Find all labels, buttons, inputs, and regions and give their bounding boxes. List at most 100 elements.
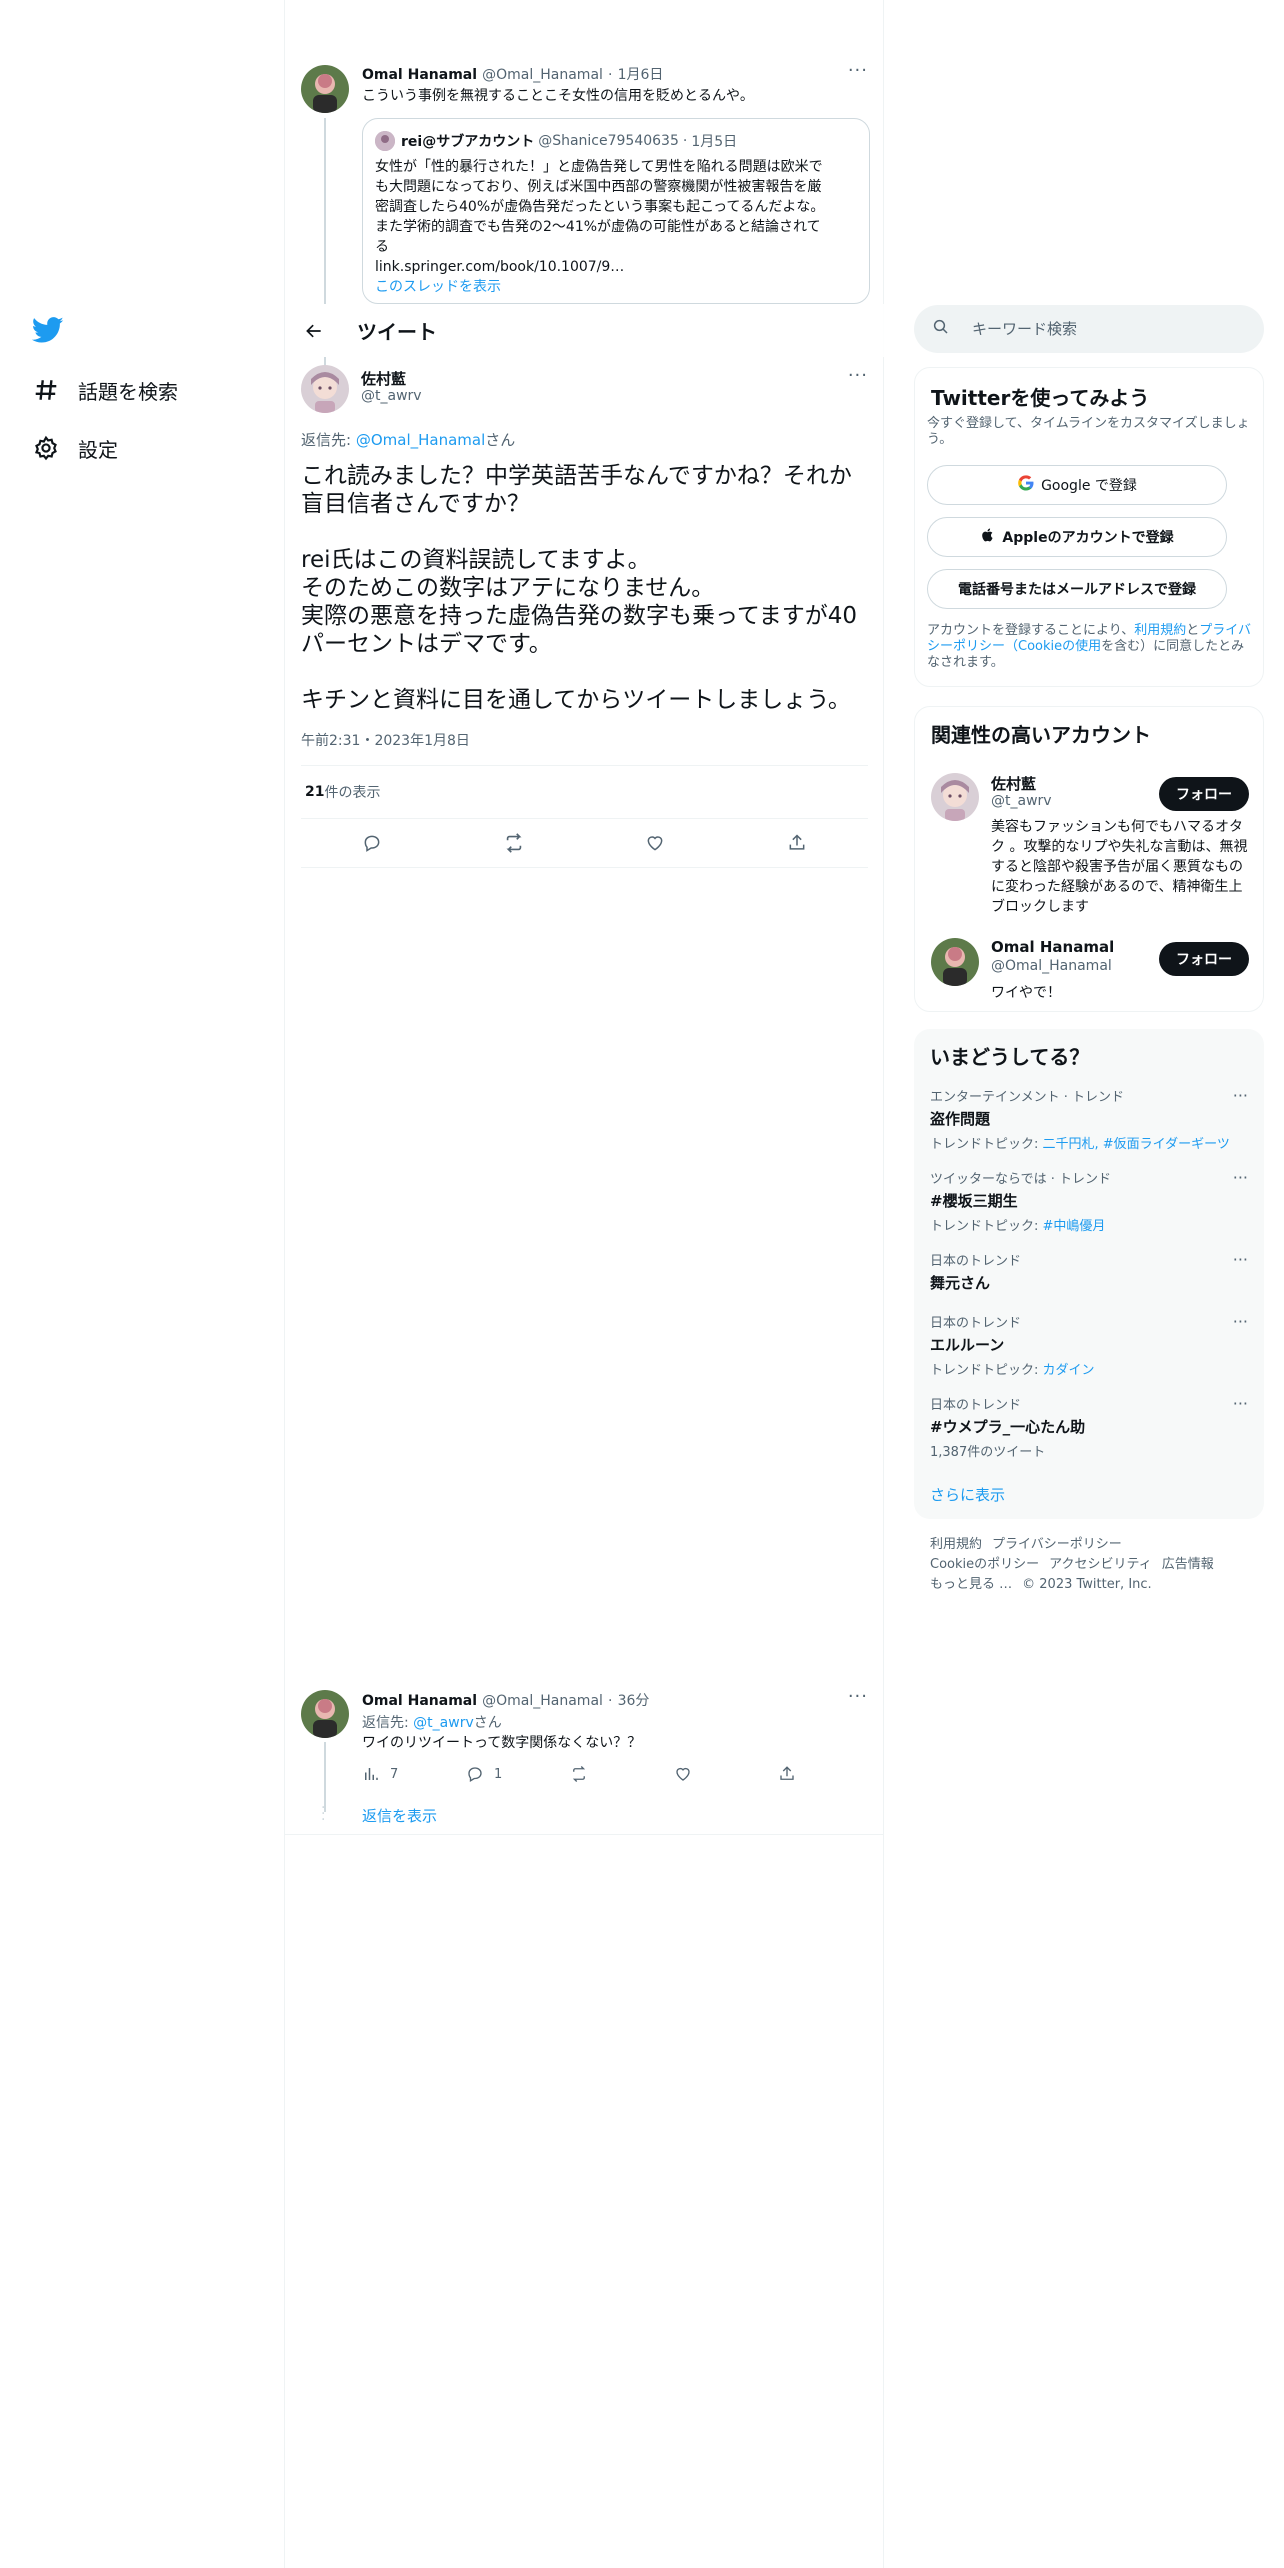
more-options-icon[interactable]: ··· bbox=[1233, 1394, 1248, 1413]
more-options-icon[interactable]: ··· bbox=[848, 60, 868, 81]
footer-copyright: © 2023 Twitter, Inc. bbox=[1022, 1577, 1152, 1592]
footer-link-terms[interactable]: 利用規約 bbox=[930, 1537, 982, 1552]
views-button[interactable]: 7 bbox=[362, 1765, 466, 1783]
quote-author-handle: @Shanice79540635 bbox=[538, 133, 679, 149]
reply-count: 1 bbox=[494, 1766, 503, 1782]
follow-button[interactable]: フォロー bbox=[1159, 942, 1249, 976]
share-icon[interactable] bbox=[786, 832, 808, 854]
quoted-tweet[interactable]: rei@サブアカウント @Shanice79540635 · 1月5日 女性が「… bbox=[362, 118, 870, 304]
google-icon bbox=[1017, 474, 1035, 496]
divider bbox=[301, 867, 868, 868]
tweet-text: ワイのリツイートって数字関係なくない？？ bbox=[362, 1735, 642, 1751]
nav-settings-label: 設定 bbox=[78, 437, 118, 462]
show-more-link[interactable]: さらに表示 bbox=[930, 1484, 1005, 1505]
views-row[interactable]: 21 件の表示 bbox=[301, 766, 868, 818]
trend-name: #櫻坂三期生 bbox=[930, 1192, 1018, 1210]
author-handle[interactable]: @t_awrv bbox=[361, 388, 422, 404]
back-arrow-icon[interactable] bbox=[297, 314, 331, 348]
author-name[interactable]: Omal Hanamal bbox=[362, 1693, 477, 1709]
thread-line bbox=[324, 118, 326, 304]
tweet-timestamp[interactable]: 午前2:31・2023年1月8日 bbox=[301, 730, 868, 750]
terms-link[interactable]: 利用規約 bbox=[1134, 623, 1186, 638]
trend-item[interactable]: ツイッターならでは · トレンド #櫻坂三期生 トレンドトピック: #中嶋優月 … bbox=[930, 1168, 1248, 1234]
related-account-item[interactable]: 佐村藍 @t_awrv フォロー 美容もファッションも何でもハマるオタク 。攻撃… bbox=[915, 767, 1265, 927]
search-bar[interactable] bbox=[914, 305, 1264, 353]
google-signup-button[interactable]: Google で登録 bbox=[927, 465, 1227, 505]
show-thread-link[interactable]: このスレッドを表示 bbox=[375, 277, 857, 297]
author-handle[interactable]: @Omal_Hanamal bbox=[482, 1693, 603, 1709]
parent-tweet[interactable]: Omal Hanamal @Omal_Hanamal · 1月6日 ··· こう… bbox=[285, 54, 884, 304]
related-account-item[interactable]: Omal Hanamal @Omal_Hanamal フォロー ワイやで！ bbox=[915, 932, 1265, 1004]
main-column: Omal Hanamal @Omal_Hanamal · 1月6日 ··· こう… bbox=[285, 0, 884, 2568]
share-button[interactable] bbox=[778, 1765, 882, 1783]
tweet-date[interactable]: 36分 bbox=[618, 1693, 650, 1709]
author-handle[interactable]: @Omal_Hanamal bbox=[482, 67, 603, 83]
trend-item[interactable]: エンターテインメント · トレンド 盗作問題 トレンドトピック: 二千円札, #… bbox=[930, 1086, 1248, 1152]
thread-dots: · · · bbox=[321, 1800, 326, 1828]
reply-button[interactable]: 1 bbox=[466, 1765, 570, 1783]
account-handle[interactable]: @t_awrv bbox=[991, 793, 1052, 809]
views-chart-icon bbox=[365, 1768, 378, 1780]
trend-tweet-count: 1,387件のツイート bbox=[930, 1445, 1046, 1460]
search-input[interactable] bbox=[972, 320, 1232, 338]
focused-tweet: 佐村藍 @t_awrv ··· 返信先: @Omal_Hanamalさん これ読… bbox=[301, 365, 868, 868]
trend-topics: トレンドトピック: #中嶋優月 bbox=[930, 1219, 1106, 1234]
account-bio: ワイやで！ bbox=[991, 985, 1061, 1001]
more-options-icon[interactable]: ··· bbox=[848, 1686, 868, 1707]
avatar[interactable] bbox=[931, 938, 979, 986]
action-bar bbox=[301, 819, 868, 867]
more-options-icon[interactable]: ··· bbox=[1233, 1086, 1248, 1105]
account-name[interactable]: 佐村藍 bbox=[991, 773, 1036, 794]
like-button[interactable] bbox=[674, 1765, 778, 1783]
more-options-icon[interactable]: ··· bbox=[848, 365, 868, 386]
footer-link-cookies[interactable]: Cookieのポリシー bbox=[930, 1557, 1039, 1572]
account-name[interactable]: Omal Hanamal bbox=[991, 938, 1114, 956]
gear-icon bbox=[32, 434, 60, 462]
quote-date: 1月5日 bbox=[691, 134, 738, 150]
retweet-button[interactable] bbox=[570, 1765, 674, 1783]
reply-to-link[interactable]: @t_awrv bbox=[413, 1715, 474, 1731]
nav-settings[interactable]: 設定 bbox=[32, 428, 118, 468]
reply-icon bbox=[468, 1767, 482, 1782]
footer-link-accessibility[interactable]: アクセシビリティ bbox=[1049, 1557, 1152, 1572]
footer-link-privacy[interactable]: プライバシーポリシー bbox=[992, 1537, 1122, 1552]
trend-name: エルルーン bbox=[930, 1336, 1005, 1354]
avatar[interactable] bbox=[301, 365, 349, 413]
search-icon bbox=[932, 318, 950, 340]
footer-link-more[interactable]: もっと見る … bbox=[930, 1577, 1012, 1592]
more-options-icon[interactable]: ··· bbox=[1233, 1250, 1248, 1269]
quote-header: rei@サブアカウント @Shanice79540635 · 1月5日 bbox=[375, 131, 857, 151]
author-name[interactable]: Omal Hanamal bbox=[362, 67, 477, 83]
avatar[interactable] bbox=[301, 1690, 349, 1738]
reply-tweet[interactable]: Omal Hanamal @Omal_Hanamal · 36分 ··· 返信先… bbox=[285, 1680, 884, 1835]
avatar[interactable] bbox=[931, 773, 979, 821]
apple-signup-button[interactable]: Appleのアカウントで登録 bbox=[927, 517, 1227, 557]
related-accounts-card: 関連性の高いアカウント 佐村藍 @t_awrv フォロー 美容もファッションも何… bbox=[914, 706, 1264, 1012]
related-title: 関連性の高いアカウント bbox=[931, 723, 1151, 747]
share-icon bbox=[780, 1766, 794, 1780]
like-heart-icon[interactable] bbox=[644, 832, 666, 854]
nav-explore[interactable]: 話題を検索 bbox=[32, 370, 178, 410]
trend-item[interactable]: 日本のトレンド エルルーン トレンドトピック: カダイン ··· bbox=[930, 1312, 1248, 1378]
twitter-bird-icon[interactable] bbox=[31, 314, 64, 346]
show-replies-link[interactable]: 返信を表示 bbox=[362, 1805, 437, 1826]
follow-button[interactable]: フォロー bbox=[1159, 777, 1249, 811]
tweet-date[interactable]: 1月6日 bbox=[618, 67, 664, 83]
phone-email-signup-button[interactable]: 電話番号またはメールアドレスで登録 bbox=[927, 569, 1227, 609]
trend-item[interactable]: 日本のトレンド #ウメプラ_一心たん助 1,387件のツイート ··· bbox=[930, 1394, 1248, 1460]
footer-link-ads[interactable]: 広告情報 bbox=[1162, 1557, 1214, 1572]
avatar[interactable] bbox=[301, 65, 349, 113]
account-bio: 美容もファッションも何でもハマるオタク 。攻撃的なリプや失礼な言動は、無視すると… bbox=[991, 819, 1248, 915]
more-options-icon[interactable]: ··· bbox=[1233, 1168, 1248, 1187]
reply-to-link[interactable]: @Omal_Hanamal bbox=[356, 431, 485, 449]
page-title: ツイート bbox=[357, 320, 437, 344]
signup-card: Twitterを使ってみよう 今すぐ登録して、タイムラインをカスタマイズしましょ… bbox=[914, 367, 1264, 687]
trend-context: エンターテインメント · トレンド bbox=[930, 1090, 1125, 1105]
account-handle[interactable]: @Omal_Hanamal bbox=[991, 958, 1112, 974]
retweet-icon[interactable] bbox=[503, 832, 525, 854]
reply-icon[interactable] bbox=[361, 832, 383, 854]
trend-name: 舞元さん bbox=[930, 1274, 991, 1292]
trend-item[interactable]: 日本のトレンド 舞元さん ··· bbox=[930, 1250, 1248, 1293]
more-options-icon[interactable]: ··· bbox=[1233, 1312, 1248, 1331]
author-name[interactable]: 佐村藍 bbox=[361, 368, 406, 389]
